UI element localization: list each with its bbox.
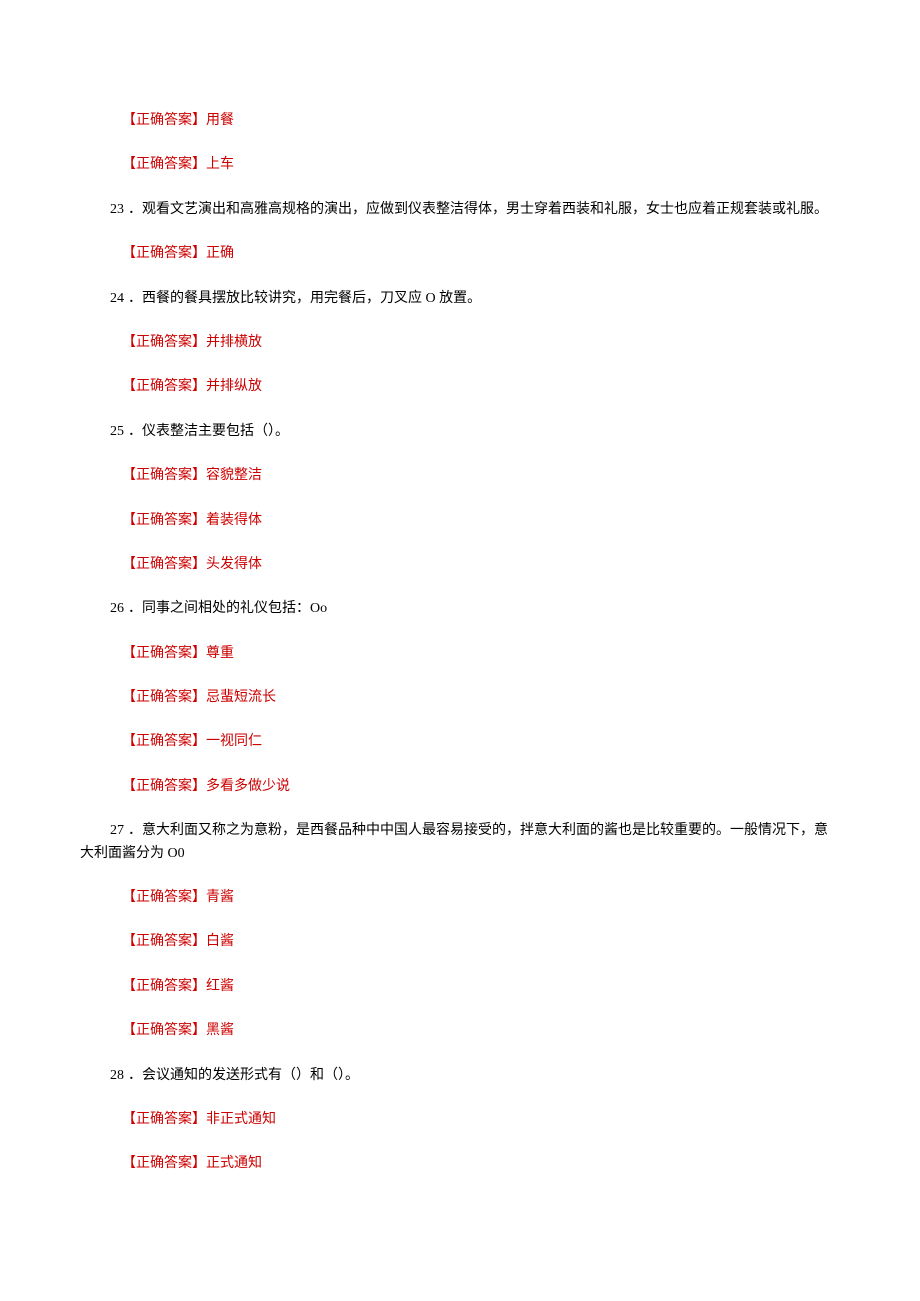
answer-item: 【正确答案】着装得体 [80,510,840,532]
answer-text: 着装得体 [206,513,262,528]
question-text: ．意大利面又称之为意粉，是西餐品种中中国人最容易接受的，拌意大利面的酱也是比较重… [80,823,828,860]
answer-label: 【正确答案】 [122,1023,206,1038]
question-number: 23 [110,202,124,217]
answer-item: 【正确答案】用餐 [80,110,840,132]
answer-label: 【正确答案】 [122,335,206,350]
answer-item: 【正确答案】多看多做少说 [80,776,840,798]
answer-label: 【正确答案】 [122,934,206,949]
answer-label: 【正确答案】 [122,1112,206,1127]
question-number: 28 [110,1068,124,1083]
question-number: 27 [110,823,124,838]
answer-item: 【正确答案】头发得体 [80,554,840,576]
answer-text: 红酱 [206,979,234,994]
answer-text: 并排横放 [206,335,262,350]
question-item: 23 ．观看文艺演出和高雅高规格的演出，应做到仪表整洁得体，男士穿着西装和礼服，女… [80,199,840,221]
question-number: 26 [110,601,124,616]
answer-item: 【正确答案】黑酱 [80,1020,840,1042]
answer-label: 【正确答案】 [122,734,206,749]
question-item: 26 ．同事之间相处的礼仪包括：Oo [80,598,840,620]
question-number: 24 [110,291,124,306]
answer-text: 白酱 [206,934,234,949]
question-item: 27．意大利面又称之为意粉，是西餐品种中中国人最容易接受的，拌意大利面的酱也是比… [80,820,840,865]
answer-text: 多看多做少说 [206,779,290,794]
question-number: 25 [110,424,124,439]
answer-label: 【正确答案】 [122,890,206,905]
answer-text: 头发得体 [206,557,262,572]
question-text: ．同事之间相处的礼仪包括：Oo [128,601,327,616]
answer-item: 【正确答案】正确 [80,243,840,265]
question-text: ．观看文艺演出和高雅高规格的演出，应做到仪表整洁得体，男士穿着西装和礼服，女士也… [128,202,828,217]
document-content: 【正确答案】用餐 【正确答案】上车 23．观看文艺演出和高雅高规格的演出，应做到… [80,110,840,1176]
answer-label: 【正确答案】 [122,557,206,572]
answer-text: 上车 [206,157,234,172]
answer-label: 【正确答案】 [122,113,206,128]
answer-item: 【正确答案】红酱 [80,976,840,998]
question-text: ．会议通知的发送形式有（）和（）。 [128,1068,359,1083]
answer-text: 非正式通知 [206,1112,276,1127]
answer-text: 正式通知 [206,1156,262,1171]
answer-item: 【正确答案】尊重 [80,643,840,665]
answer-text: 忌蜚短流长 [206,690,276,705]
answer-text: 正确 [206,246,234,261]
answer-item: 【正确答案】正式通知 [80,1153,840,1175]
question-item: 25 ．仪表整洁主要包括（）。 [80,421,840,443]
answer-item: 【正确答案】并排纵放 [80,376,840,398]
answer-label: 【正确答案】 [122,690,206,705]
answer-label: 【正确答案】 [122,246,206,261]
question-item: 24 ．西餐的餐具摆放比较讲究，用完餐后，刀叉应 O 放置。 [80,288,840,310]
answer-text: 容貌整洁 [206,468,262,483]
answer-label: 【正确答案】 [122,157,206,172]
answer-label: 【正确答案】 [122,1156,206,1171]
question-text: ．西餐的餐具摆放比较讲究，用完餐后，刀叉应 O 放置。 [128,291,481,306]
answer-label: 【正确答案】 [122,468,206,483]
answer-label: 【正确答案】 [122,779,206,794]
answer-label: 【正确答案】 [122,379,206,394]
answer-item: 【正确答案】非正式通知 [80,1109,840,1131]
answer-item: 【正确答案】上车 [80,154,840,176]
answer-text: 黑酱 [206,1023,234,1038]
answer-item: 【正确答案】并排横放 [80,332,840,354]
question-text: ．仪表整洁主要包括（）。 [128,424,289,439]
answer-text: 并排纵放 [206,379,262,394]
answer-label: 【正确答案】 [122,513,206,528]
answer-text: 一视同仁 [206,734,262,749]
answer-item: 【正确答案】一视同仁 [80,731,840,753]
answer-label: 【正确答案】 [122,979,206,994]
answer-item: 【正确答案】白酱 [80,931,840,953]
answer-text: 青酱 [206,890,234,905]
answer-text: 尊重 [206,646,234,661]
answer-item: 【正确答案】忌蜚短流长 [80,687,840,709]
answer-text: 用餐 [206,113,234,128]
question-item: 28 ．会议通知的发送形式有（）和（）。 [80,1065,840,1087]
answer-label: 【正确答案】 [122,646,206,661]
answer-item: 【正确答案】容貌整洁 [80,465,840,487]
answer-item: 【正确答案】青酱 [80,887,840,909]
